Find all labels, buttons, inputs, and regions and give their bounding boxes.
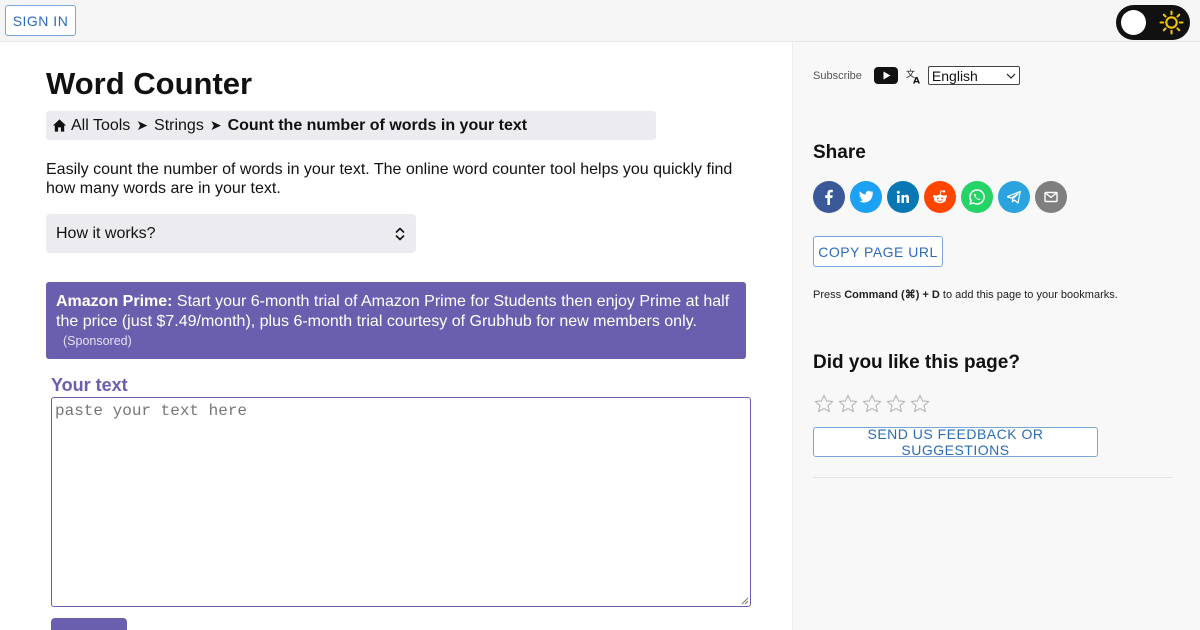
bookmark-hint: Press Command (⌘) + D to add this page t… [813,288,1118,301]
youtube-icon[interactable] [873,67,898,84]
page-title: Word Counter [46,66,253,101]
share-whatsapp-button[interactable] [961,181,993,213]
linkedin-icon [896,190,909,203]
top-bar: SIGN IN [0,0,1200,42]
bookmark-hint-prefix: Press [813,289,842,301]
bookmark-hint-suffix: to add this page to your bookmarks. [942,289,1118,301]
share-buttons [813,181,1072,213]
language-select-value: English [931,67,978,84]
language-select[interactable]: English [927,66,1020,85]
sponsored-label: (Sponsored) [63,334,132,348]
whatsapp-icon [969,189,985,205]
main-content: Word Counter All Tools ➤ Strings ➤ Count… [0,42,792,630]
sun-icon [1159,10,1184,35]
subscribe-row: Subscribe 文 A English [813,66,1020,85]
email-icon [1044,191,1058,203]
reddit-icon [933,190,947,204]
share-heading: Share [813,142,866,163]
resize-grip-icon[interactable] [740,596,749,605]
breadcrumb-separator: ➤ [209,117,222,133]
facebook-icon [825,189,833,205]
breadcrumb-current: Count the number of words in your text [227,116,528,134]
theme-toggle-knob [1121,10,1146,35]
share-facebook-button[interactable] [813,181,845,213]
text-input-label: Your text [51,375,128,395]
intro-text: Easily count the number of words in your… [46,161,733,197]
theme-toggle[interactable] [1116,5,1190,40]
svg-text:A: A [913,76,920,84]
telegram-icon [1006,190,1021,204]
sponsored-banner[interactable]: Amazon Prime: Start your 6-month trial o… [46,282,746,359]
share-reddit-button[interactable] [924,181,956,213]
divider [813,477,1173,478]
how-it-works-label: How it works? [56,224,156,242]
share-twitter-button[interactable] [850,181,882,213]
how-it-works-toggle[interactable]: How it works? [46,214,416,253]
breadcrumb-separator: ➤ [136,117,149,133]
subscribe-label: Subscribe [813,69,862,82]
send-feedback-button[interactable]: SEND US FEEDBACK OR SUGGESTIONS [813,426,1098,458]
home-icon[interactable] [52,118,67,133]
breadcrumb-item-all-tools[interactable]: All Tools [71,117,130,135]
translate-icon: 文 A [906,68,920,84]
star-icon[interactable] [813,393,835,415]
star-icon[interactable] [837,393,859,415]
copy-page-url-button[interactable]: COPY PAGE URL [813,236,943,267]
bookmark-hint-keys: Command (⌘) + D [844,289,940,301]
share-linkedin-button[interactable] [887,181,919,213]
breadcrumb: All Tools ➤ Strings ➤ Count the number o… [46,111,656,140]
star-rating [813,393,933,415]
sign-in-button[interactable]: SIGN IN [5,5,76,36]
twitter-icon [859,190,874,203]
ad-brand: Amazon Prime: [56,293,173,310]
star-icon[interactable] [909,393,931,415]
chevron-up-down-icon [395,227,405,240]
text-input[interactable] [51,397,751,607]
share-email-button[interactable] [1035,181,1067,213]
count-button[interactable] [51,618,127,630]
star-icon[interactable] [861,393,883,415]
chevron-down-icon [1006,73,1016,79]
breadcrumb-item-strings[interactable]: Strings [154,117,204,135]
sidebar: Subscribe 文 A English Share COPY PAGE UR… [792,42,1200,630]
rating-heading: Did you like this page? [813,352,1020,373]
star-icon[interactable] [885,393,907,415]
share-telegram-button[interactable] [998,181,1030,213]
